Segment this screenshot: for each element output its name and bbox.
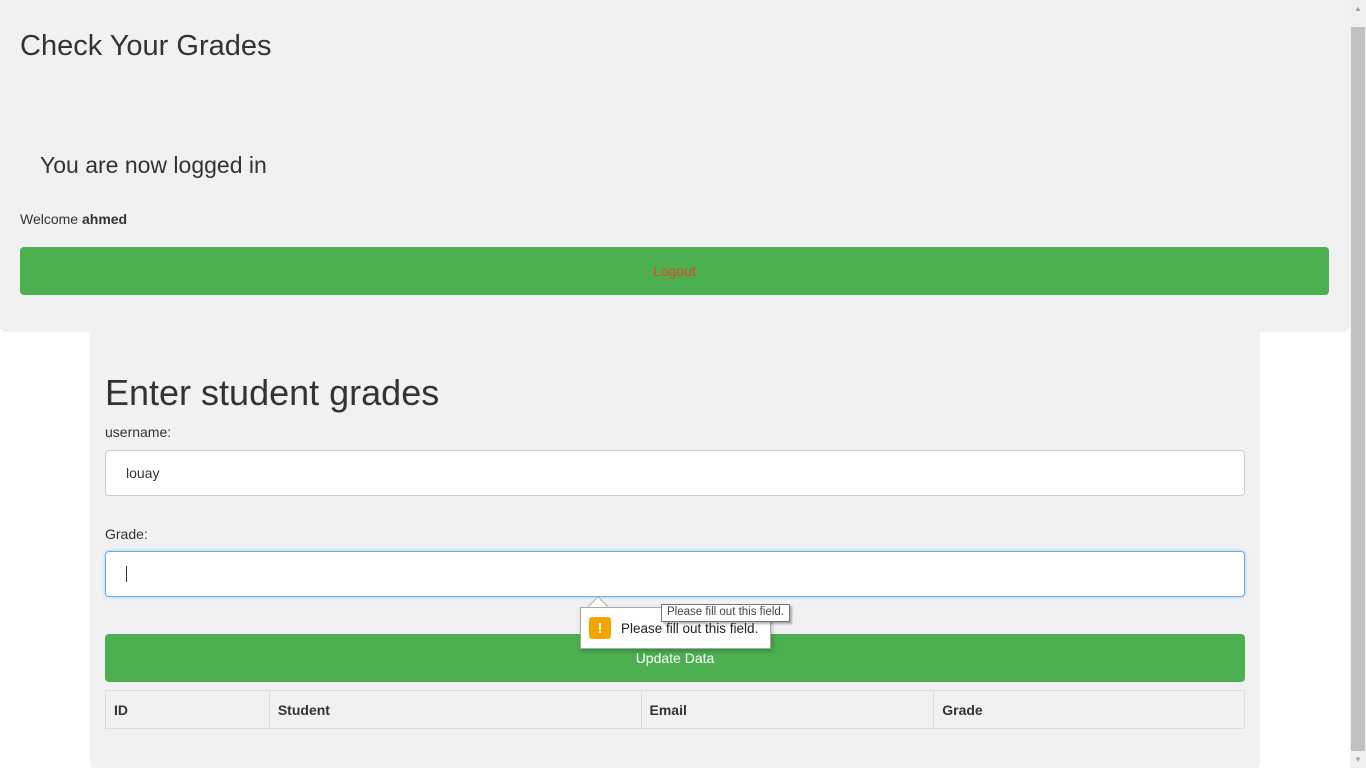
column-header-grade: Grade bbox=[933, 690, 1245, 729]
welcome-prefix: Welcome bbox=[20, 211, 82, 227]
vertical-scrollbar[interactable]: ▲ ▼ bbox=[1350, 0, 1366, 768]
column-header-email: Email bbox=[640, 690, 935, 729]
page-title: Check Your Grades bbox=[20, 30, 272, 62]
username-label: username: bbox=[105, 424, 172, 440]
login-status-heading: You are now logged in bbox=[40, 152, 267, 178]
grade-input[interactable] bbox=[105, 551, 1245, 597]
username-input[interactable]: louay bbox=[105, 450, 1245, 496]
grades-table: ID Student Email Grade bbox=[105, 690, 1245, 729]
username-input-value: louay bbox=[126, 465, 160, 481]
scroll-up-arrow-icon[interactable]: ▲ bbox=[1350, 0, 1366, 17]
grades-form-panel: Enter student grades username: louay Gra… bbox=[90, 332, 1260, 768]
warning-icon: ! bbox=[589, 617, 611, 639]
welcome-message: Welcome ahmed bbox=[20, 211, 127, 227]
form-title: Enter student grades bbox=[105, 372, 440, 413]
page: Check Your Grades You are now logged in … bbox=[0, 0, 1350, 768]
column-header-student: Student bbox=[268, 690, 642, 729]
page-header: Check Your Grades bbox=[0, 0, 1350, 92]
welcome-username: ahmed bbox=[81, 211, 128, 227]
logout-button[interactable]: Logout bbox=[20, 247, 1329, 295]
column-header-id: ID bbox=[105, 690, 270, 729]
scroll-down-arrow-icon[interactable]: ▼ bbox=[1350, 751, 1366, 768]
text-caret bbox=[126, 566, 127, 582]
table-header-row: ID Student Email Grade bbox=[105, 690, 1245, 729]
validation-message: Please fill out this field. bbox=[621, 620, 759, 636]
login-status-box: You are now logged in Welcome ahmed Logo… bbox=[0, 92, 1350, 332]
scrollbar-thumb[interactable] bbox=[1351, 27, 1365, 751]
validation-tooltip: Please fill out this field. bbox=[661, 604, 790, 622]
grade-label: Grade: bbox=[105, 526, 148, 542]
